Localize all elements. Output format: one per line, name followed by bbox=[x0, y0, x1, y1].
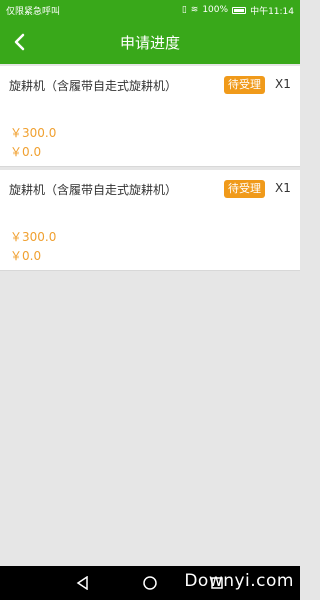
status-badge: 待受理 bbox=[224, 180, 265, 198]
item-price: ￥300.0 bbox=[10, 126, 57, 140]
watermark: Downyi.com bbox=[184, 571, 294, 591]
item-name: 旋耕机（含履带自走式旋耕机） bbox=[9, 79, 178, 93]
battery-percent: 100% bbox=[202, 5, 229, 15]
wifi-icon: ≋ bbox=[190, 5, 199, 15]
item-quantity: X1 bbox=[275, 77, 291, 91]
page-title: 申请进度 bbox=[119, 33, 180, 52]
vibrate-icon: ▯ bbox=[181, 5, 187, 15]
back-button[interactable] bbox=[8, 31, 30, 53]
nav-back-button[interactable] bbox=[72, 572, 94, 594]
nav-home-button[interactable] bbox=[139, 572, 161, 594]
battery-icon bbox=[232, 6, 247, 14]
clock: 中午11:14 bbox=[250, 6, 294, 17]
carrier-text: 仅限紧急呼叫 bbox=[6, 6, 61, 17]
status-bar: 仅限紧急呼叫 ▯ ≋ 100% 中午11:14 bbox=[0, 0, 300, 20]
status-indicators: ▯ ≋ 100% 中午11:14 bbox=[182, 4, 294, 17]
title-bar: 申请进度 bbox=[0, 20, 300, 64]
item-quantity: X1 bbox=[275, 181, 291, 195]
item-name: 旋耕机（含履带自走式旋耕机） bbox=[9, 183, 178, 197]
triangle-back-icon bbox=[76, 576, 89, 590]
chevron-left-icon bbox=[14, 33, 25, 51]
application-card[interactable]: 旋耕机（含履带自走式旋耕机） 待受理 X1 ￥300.0 ￥0.0 bbox=[0, 170, 300, 271]
item-subsidy: ￥0.0 bbox=[10, 249, 42, 263]
application-card[interactable]: 旋耕机（含履带自走式旋耕机） 待受理 X1 ￥300.0 ￥0.0 bbox=[0, 66, 300, 167]
circle-home-icon bbox=[143, 576, 157, 590]
item-subsidy: ￥0.0 bbox=[10, 145, 42, 159]
status-badge: 待受理 bbox=[224, 76, 265, 94]
item-price: ￥300.0 bbox=[10, 230, 57, 244]
